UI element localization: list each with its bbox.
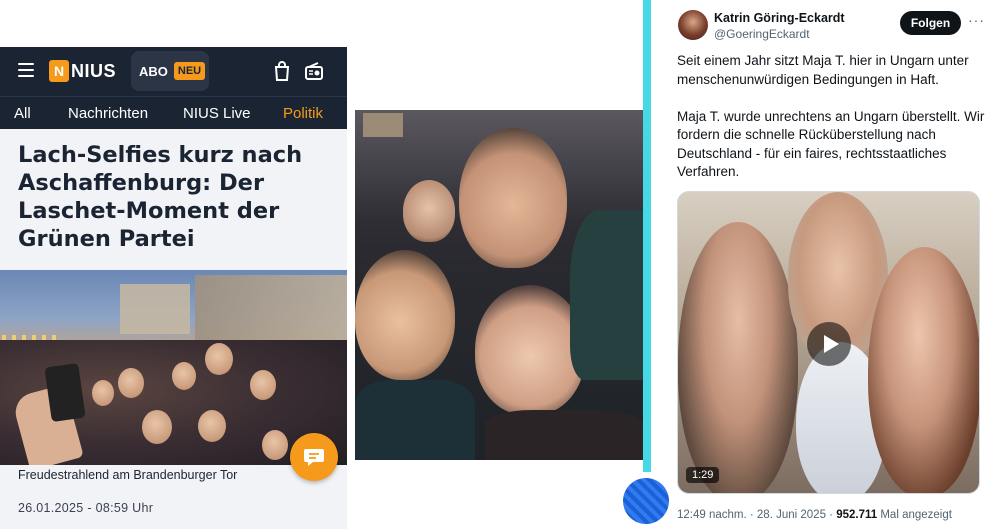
person-shape xyxy=(403,180,455,242)
face-shape xyxy=(205,343,233,375)
person-shape xyxy=(459,128,567,268)
nius-logo-mark: N xyxy=(49,60,69,82)
follow-button[interactable]: Folgen xyxy=(900,11,961,35)
tweet-timestamp[interactable]: 12:49 nachm. · 28. Juni 2025 · xyxy=(677,509,833,521)
category-nav: All Nachrichten NIUS Live Politik xyxy=(0,96,347,129)
panel-divider xyxy=(643,0,651,472)
face-shape xyxy=(250,370,276,400)
face-shape xyxy=(92,380,114,406)
face-shape xyxy=(198,410,226,442)
nav-item-politik[interactable]: Politik xyxy=(283,105,323,122)
play-button[interactable] xyxy=(807,322,851,366)
article-date: 26.01.2025 - 08:59 Uhr xyxy=(18,501,154,515)
blue-badge-graphic xyxy=(623,478,669,524)
person-shape xyxy=(678,222,798,493)
person-shape xyxy=(355,250,455,380)
nav-item-nachrichten[interactable]: Nachrichten xyxy=(68,105,148,122)
tweet-text: Seit einem Jahr sitzt Maja T. hier in Un… xyxy=(677,52,993,200)
person-shape xyxy=(868,247,979,493)
avatar[interactable] xyxy=(678,10,708,40)
play-icon xyxy=(824,335,839,353)
author-name[interactable]: Katrin Göring-Eckardt xyxy=(714,11,845,25)
tweet-video[interactable]: 1:29 xyxy=(677,191,980,494)
photo-caption: Freudestrahlend am Brandenburger Tor xyxy=(18,468,238,482)
author-handle[interactable]: @GoeringEckardt xyxy=(714,27,810,41)
nius-article-panel: N NIUS ABO NEU All Nachrichten NIUS Live… xyxy=(0,47,347,529)
chat-button[interactable] xyxy=(290,433,338,481)
nius-logo-text: NIUS xyxy=(71,60,117,81)
clothing-shape xyxy=(355,380,475,460)
sign-shape xyxy=(363,113,403,137)
view-count: 952.711 xyxy=(836,509,878,521)
tweet-panel: Katrin Göring-Eckardt @GoeringEckardt Fo… xyxy=(651,0,1000,529)
article-headline[interactable]: Lach-Selfies kurz nach Aschaffenburg: De… xyxy=(18,141,338,253)
views-label: Mal angezeigt xyxy=(880,509,952,521)
person-shape xyxy=(475,285,585,415)
nius-header: N NIUS ABO NEU xyxy=(0,47,347,96)
video-duration: 1:29 xyxy=(686,467,720,483)
chat-icon xyxy=(304,449,324,466)
tweet-meta: 12:49 nachm. · 28. Juni 2025 · 952.711 M… xyxy=(677,509,952,521)
face-shape xyxy=(118,368,144,398)
building-shape xyxy=(195,275,347,345)
new-badge: NEU xyxy=(173,62,206,80)
abo-label: ABO xyxy=(139,63,168,79)
abo-button[interactable]: ABO NEU xyxy=(131,51,209,91)
tweet-paragraph: Maja T. wurde unrechtens an Ungarn übers… xyxy=(677,108,985,180)
selfie-photo xyxy=(355,110,643,460)
clothing-shape xyxy=(570,210,643,380)
brandenburg-gate-shape xyxy=(120,284,190,334)
radio-icon[interactable] xyxy=(305,62,323,80)
shopping-bag-icon[interactable] xyxy=(274,61,290,81)
nius-logo[interactable]: N NIUS xyxy=(49,60,116,82)
face-shape xyxy=(142,410,172,444)
article-photo[interactable] xyxy=(0,270,347,465)
nav-item-nius-live[interactable]: NIUS Live xyxy=(183,105,251,122)
more-options-icon[interactable]: ··· xyxy=(968,12,985,28)
nav-item-all[interactable]: All xyxy=(14,105,31,122)
tweet-paragraph: Seit einem Jahr sitzt Maja T. hier in Un… xyxy=(677,53,969,87)
face-shape xyxy=(172,362,196,390)
menu-icon[interactable] xyxy=(18,63,34,77)
clothing-shape xyxy=(485,410,643,460)
face-shape xyxy=(262,430,288,460)
